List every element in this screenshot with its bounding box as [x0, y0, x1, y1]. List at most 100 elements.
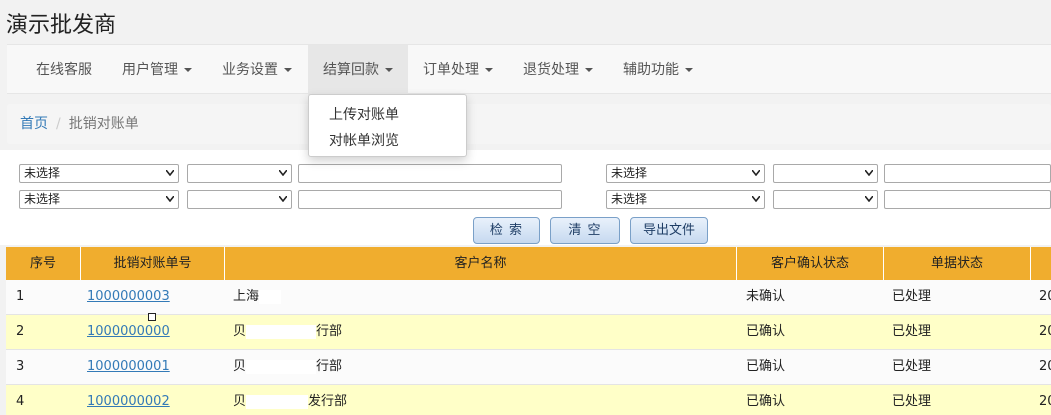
nav-label: 业务设置: [222, 62, 278, 78]
cell-index: 1: [16, 289, 25, 304]
filter-field-select-1[interactable]: 未选择: [19, 164, 179, 183]
filter-value-input-2[interactable]: [884, 164, 1051, 183]
cell-index: 3: [16, 359, 25, 374]
nav-label: 用户管理: [122, 62, 178, 78]
table-row: 3 1000000001 贝 行部 已确认 已处理 20: [6, 350, 1051, 384]
header-index: 序号: [6, 247, 81, 280]
caret-down-icon: [284, 68, 292, 72]
caret-down-icon: [385, 68, 393, 72]
nav-label: 结算回款: [323, 62, 379, 78]
nav-label: 退货处理: [523, 62, 579, 78]
filter-value-input-4[interactable]: [884, 190, 1051, 209]
chevron-down-icon: [752, 196, 760, 202]
select-value: 未选择: [24, 192, 61, 206]
breadcrumb-current: 批销对账单: [68, 116, 139, 132]
filter-value-input-3[interactable]: [298, 190, 562, 209]
filter-field-select-2[interactable]: 未选择: [606, 164, 765, 183]
select-value: 未选择: [24, 166, 61, 180]
clear-button[interactable]: 清 空: [550, 217, 620, 244]
cell-doc-status: 已处理: [892, 324, 932, 339]
chevron-down-icon: [279, 196, 287, 202]
header-doc-status: 单据状态: [884, 247, 1031, 280]
select-value: 未选择: [611, 166, 648, 180]
nav-user-management[interactable]: 用户管理: [122, 45, 192, 95]
nav-order-processing[interactable]: 订单处理: [423, 45, 493, 95]
redaction: [246, 359, 317, 374]
cell-date-truncated: 20: [1039, 394, 1051, 409]
cell-customer: 贝 发行部: [233, 385, 347, 415]
cell-date-truncated: 20: [1039, 289, 1051, 304]
filter-value-input-1[interactable]: [298, 164, 562, 183]
caret-down-icon: [585, 68, 593, 72]
cell-confirm-status: 已确认: [746, 394, 786, 409]
filter-op-select-1[interactable]: [187, 164, 292, 183]
nav-return-processing[interactable]: 退货处理: [523, 45, 593, 95]
redaction: [246, 394, 309, 409]
chevron-down-icon: [865, 196, 873, 202]
settlement-dropdown-menu: 上传对账单 对帐单浏览: [308, 94, 467, 157]
nav-online-service[interactable]: 在线客服: [36, 45, 92, 95]
chevron-down-icon: [166, 196, 174, 202]
chevron-down-icon: [865, 170, 873, 176]
cell-confirm-status: 未确认: [746, 289, 786, 304]
nav-label: 辅助功能: [623, 62, 679, 78]
table-header: 序号 批销对账单号 客户名称 客户确认状态 单据状态: [6, 247, 1051, 280]
breadcrumb-separator: /: [56, 116, 61, 132]
bill-no-link[interactable]: 1000000001: [87, 359, 170, 374]
table-row: 2 1000000000 贝 行部 已确认 已处理 20: [6, 315, 1051, 349]
cell-customer: 上海: [233, 280, 282, 314]
nav-auxiliary[interactable]: 辅助功能: [623, 45, 693, 95]
caret-down-icon: [485, 68, 493, 72]
header-bill-no: 批销对账单号: [81, 247, 225, 280]
filter-field-select-3[interactable]: 未选择: [19, 190, 179, 209]
cell-doc-status: 已处理: [892, 394, 932, 409]
select-value: 未选择: [611, 192, 648, 206]
app-title: 演示批发商: [6, 13, 117, 38]
cell-doc-status: 已处理: [892, 359, 932, 374]
cell-index: 2: [16, 324, 25, 339]
redaction: [246, 324, 317, 339]
nav-business-settings[interactable]: 业务设置: [222, 45, 292, 95]
customer-text: 贝: [233, 324, 247, 339]
search-button[interactable]: 检 索: [473, 217, 540, 244]
chevron-down-icon: [752, 170, 760, 176]
chevron-down-icon: [166, 170, 174, 176]
caret-down-icon: [685, 68, 693, 72]
bill-no-link[interactable]: 1000000000: [87, 324, 170, 339]
header-customer-name: 客户名称: [225, 247, 737, 280]
filter-op-select-3[interactable]: [187, 190, 292, 209]
cell-index: 4: [16, 394, 25, 409]
caret-down-icon: [184, 68, 192, 72]
redaction: [259, 289, 282, 304]
customer-text: 行部: [316, 324, 343, 339]
nav-settlement[interactable]: 结算回款: [308, 45, 408, 95]
selection-handle[interactable]: [148, 313, 156, 321]
cell-date-truncated: 20: [1039, 359, 1051, 374]
filter-op-select-4[interactable]: [773, 190, 878, 209]
filter-op-select-2[interactable]: [773, 164, 878, 183]
cell-confirm-status: 已确认: [746, 359, 786, 374]
filter-field-select-4[interactable]: 未选择: [606, 190, 765, 209]
nav-label: 订单处理: [423, 62, 479, 78]
customer-text: 上海: [233, 289, 260, 304]
menu-item-upload-statement[interactable]: 上传对账单: [329, 104, 399, 124]
customer-text: 贝: [233, 394, 247, 409]
customer-text: 行部: [316, 359, 343, 374]
header-confirm-status: 客户确认状态: [737, 247, 884, 280]
bill-no-link[interactable]: 1000000002: [87, 394, 170, 409]
menu-item-browse-statement[interactable]: 对帐单浏览: [329, 130, 399, 150]
cell-date-truncated: 20: [1039, 324, 1051, 339]
customer-text: 发行部: [308, 394, 348, 409]
breadcrumb: 首页 / 批销对账单: [7, 104, 1051, 144]
bill-no-link[interactable]: 1000000003: [87, 289, 170, 304]
cell-customer: 贝 行部: [233, 315, 342, 349]
nav-label: 在线客服: [36, 62, 92, 78]
table-row: 1 1000000003 上海 未确认 已处理 20: [6, 280, 1051, 314]
customer-text: 贝: [233, 359, 247, 374]
header-overflow: [1031, 247, 1051, 280]
cell-confirm-status: 已确认: [746, 324, 786, 339]
breadcrumb-home[interactable]: 首页: [20, 116, 48, 132]
cell-customer: 贝 行部: [233, 350, 342, 384]
export-button[interactable]: 导出文件: [630, 217, 708, 244]
table-row: 4 1000000002 贝 发行部 已确认 已处理 20: [6, 385, 1051, 415]
